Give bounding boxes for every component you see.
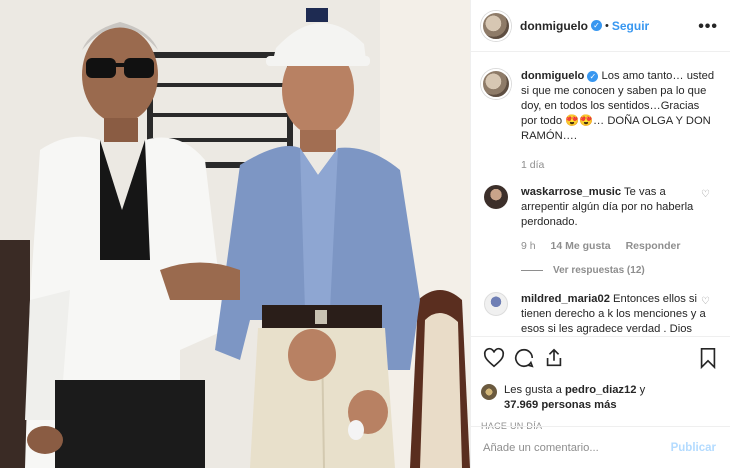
- caption-body: donmiguelo ✓ Los amo tanto… usted si que …: [521, 69, 716, 173]
- view-replies-label: Ver respuestas (12): [553, 265, 645, 276]
- comments-list[interactable]: donmiguelo ✓ Los amo tanto… usted si que …: [471, 53, 730, 335]
- likes-joiner: y: [639, 384, 646, 396]
- small-heart-icon[interactable]: ♡: [701, 189, 710, 200]
- photo-illustration: [0, 0, 470, 468]
- replies-divider: [521, 270, 543, 271]
- add-comment-bar: Publicar: [471, 426, 730, 468]
- action-icons: [481, 347, 720, 371]
- caption-username[interactable]: donmiguelo: [521, 70, 584, 82]
- caption-verified-icon: ✓: [587, 70, 599, 82]
- author-avatar[interactable]: [481, 10, 511, 41]
- post-side-panel: donmiguelo ✓ • Seguir ••• donmiguelo ✓ Lo…: [470, 0, 730, 468]
- comment-item: waskarrose_music Te vas a arrepentir alg…: [481, 185, 720, 278]
- comment-body: waskarrose_music Te vas a arrepentir alg…: [521, 185, 716, 278]
- publish-button[interactable]: Publicar: [671, 442, 716, 454]
- liker-username[interactable]: pedro_diaz12: [565, 384, 637, 396]
- comment-avatar[interactable]: [484, 292, 508, 316]
- heart-icon[interactable]: [483, 347, 505, 369]
- small-heart-icon[interactable]: ♡: [701, 296, 710, 307]
- likes-summary: Les gusta a pedro_diaz12 y 37.969 person…: [481, 383, 720, 413]
- comment-input[interactable]: [483, 441, 671, 454]
- author-username[interactable]: donmiguelo: [520, 19, 588, 33]
- follow-button[interactable]: Seguir: [612, 19, 649, 33]
- comment-body: mildred_maria02 Entonces ellos si tienen…: [521, 292, 716, 335]
- view-replies-button[interactable]: Ver respuestas (12): [521, 263, 716, 278]
- likes-prefix: Les gusta a: [504, 384, 562, 396]
- post-photo[interactable]: [0, 0, 470, 468]
- comment-meta: 9 h 14 Me gusta Responder: [521, 239, 716, 254]
- comment-likes[interactable]: 14 Me gusta: [551, 240, 611, 252]
- caption-time[interactable]: 1 día: [521, 159, 544, 171]
- comment-icon[interactable]: [513, 347, 535, 369]
- header-separator: •: [605, 19, 609, 32]
- caption-avatar[interactable]: [481, 69, 511, 99]
- liker-avatar[interactable]: [481, 384, 497, 400]
- caption: donmiguelo ✓ Los amo tanto… usted si que …: [481, 69, 720, 173]
- verified-badge-icon: ✓: [591, 20, 602, 31]
- comment-avatar[interactable]: [484, 185, 508, 209]
- bookmark-icon[interactable]: [698, 347, 718, 369]
- instagram-post: donmiguelo ✓ • Seguir ••• donmiguelo ✓ Lo…: [0, 0, 730, 468]
- post-actions: Les gusta a pedro_diaz12 y 37.969 person…: [471, 336, 730, 431]
- caption-meta: 1 día: [521, 158, 716, 173]
- likes-count[interactable]: 37.969 personas más: [504, 399, 617, 411]
- share-icon[interactable]: [543, 347, 565, 369]
- comment-username[interactable]: waskarrose_music: [521, 186, 621, 198]
- more-options-icon[interactable]: •••: [698, 18, 718, 36]
- comment-item: mildred_maria02 Entonces ellos si tienen…: [481, 292, 720, 335]
- comment-time[interactable]: 9 h: [521, 240, 536, 252]
- reply-button[interactable]: Responder: [626, 240, 681, 252]
- comment-username[interactable]: mildred_maria02: [521, 293, 610, 305]
- post-header: donmiguelo ✓ • Seguir •••: [471, 0, 730, 52]
- likes-text[interactable]: Les gusta a pedro_diaz12 y 37.969 person…: [504, 383, 645, 413]
